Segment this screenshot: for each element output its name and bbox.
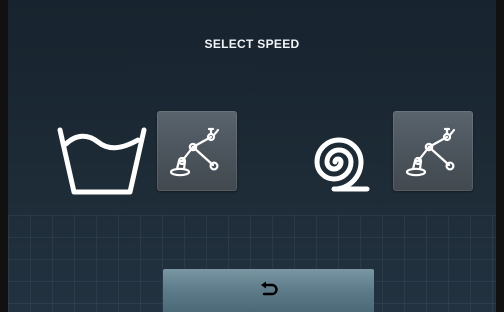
spiral-spin-icon [314, 137, 370, 192]
spin-speed-button[interactable] [393, 111, 473, 191]
select-speed-screen: SELECT SPEED [0, 0, 504, 312]
robot-arm-icon [405, 127, 456, 177]
back-button[interactable] [163, 269, 374, 312]
return-arrow-icon [261, 281, 278, 296]
robot-arm-icon [169, 127, 220, 177]
wash-tub-icon [57, 127, 147, 195]
wash-speed-button[interactable] [157, 111, 237, 191]
page-title: SELECT SPEED [204, 37, 300, 51]
